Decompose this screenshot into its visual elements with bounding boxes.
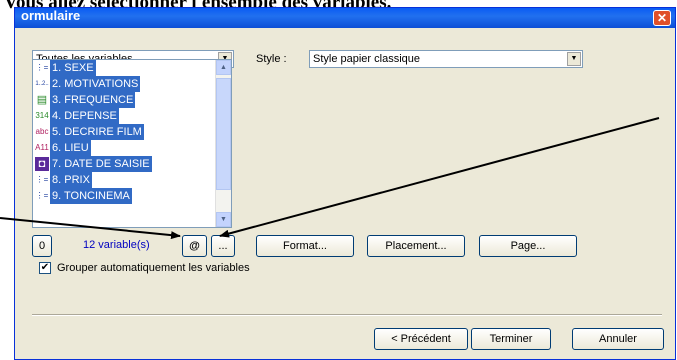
annotation-arrow-at [0,217,181,240]
annotation-arrows [0,117,660,240]
annotation-arrow-ellipsis [219,117,660,238]
